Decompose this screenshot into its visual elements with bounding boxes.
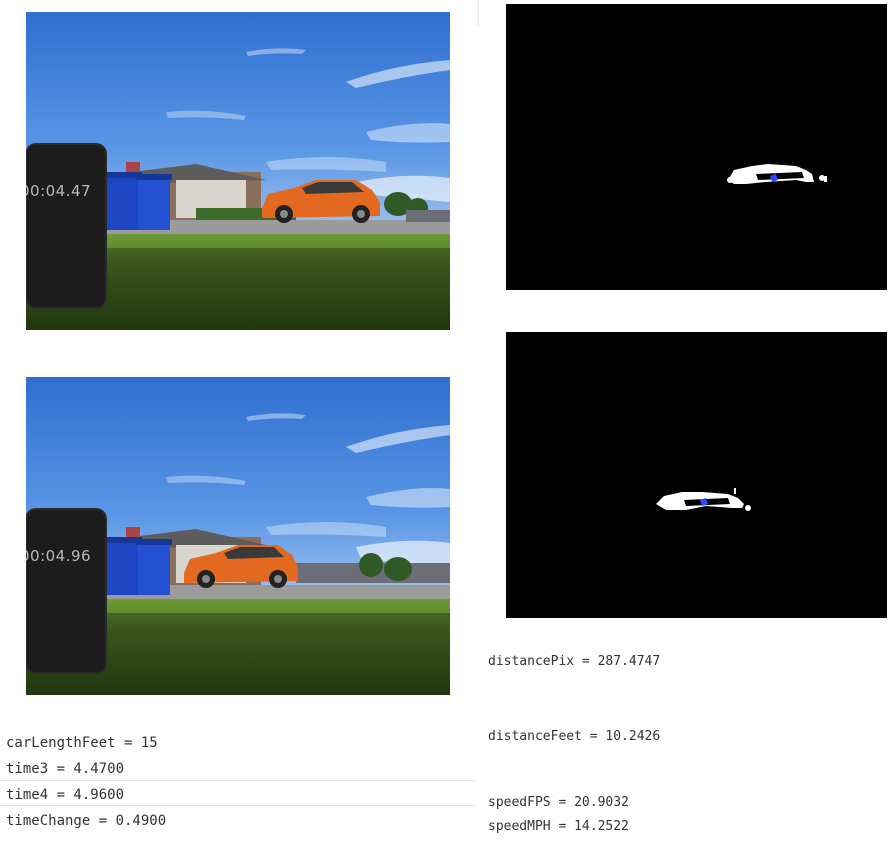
- output-divider: [0, 805, 476, 806]
- mask-frame-2-image: [656, 488, 751, 511]
- frame-photo-1-image: [26, 12, 450, 330]
- cell-separator: [477, 0, 479, 26]
- output-time4: time4 = 4.9600: [6, 787, 125, 803]
- output-time-change: timeChange = 0.4900: [6, 813, 167, 829]
- output-car-length: carLengthFeet = 15: [6, 735, 158, 751]
- output-divider: [0, 780, 476, 781]
- stopwatch-readout: 00:04.96: [26, 547, 92, 565]
- mask-frame-1-image: [727, 164, 827, 184]
- output-speed-mph: speedMPH = 14.2522: [488, 819, 629, 834]
- mask-frame-1: [506, 4, 887, 290]
- stopwatch-readout: 00:04.47: [26, 182, 92, 200]
- output-distance-feet: distanceFeet = 10.2426: [488, 729, 661, 744]
- output-distance-pix: distancePix = 287.4747: [488, 654, 661, 669]
- frame-photo-2: 00:04.96: [26, 377, 450, 695]
- frame-photo-1: 00:04.47: [26, 12, 450, 330]
- output-speed-fps: speedFPS = 20.9032: [488, 795, 629, 810]
- mask-frame-2: [506, 332, 887, 618]
- frame-photo-2-image: [26, 377, 450, 695]
- output-time3: time3 = 4.4700: [6, 761, 125, 777]
